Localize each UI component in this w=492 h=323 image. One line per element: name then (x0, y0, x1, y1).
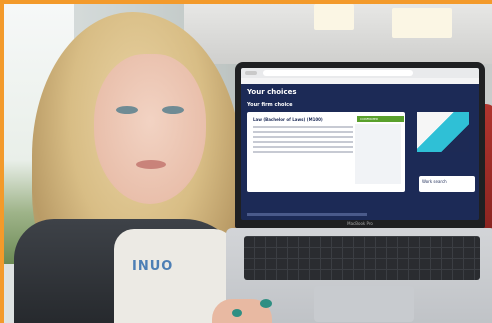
status-badge: CONFIRMED (357, 116, 404, 122)
laptop-brand: MacBook Pro (347, 221, 373, 226)
work-search-widget: Work search (419, 176, 475, 192)
footer-note (247, 213, 367, 216)
web-page: Your choices Your firm choice Law (Bache… (241, 84, 479, 220)
ceiling-light (314, 4, 354, 30)
tshirt-print: INUO (132, 259, 174, 274)
hand (212, 299, 272, 323)
keyboard (244, 236, 480, 280)
browser-bar (241, 68, 479, 78)
page-title: Your choices (247, 88, 297, 96)
address-bar (263, 70, 413, 76)
photo: INUO Your choices Your firm choice Law (… (4, 4, 492, 323)
course-details (253, 126, 353, 156)
course-card: Law (Bachelor of Laws) (M100) CONFIRMED (247, 112, 405, 192)
window-controls (245, 71, 257, 75)
right-eye (162, 106, 184, 114)
promo-image (417, 112, 469, 152)
laptop-lid: Your choices Your firm choice Law (Bache… (235, 62, 485, 228)
left-eye (116, 106, 138, 114)
face (94, 54, 206, 204)
laptop-screen: Your choices Your firm choice Law (Bache… (241, 68, 479, 220)
fingernail (232, 309, 242, 317)
trackpad (314, 286, 414, 322)
lips (136, 160, 166, 169)
card-side-panel (355, 124, 401, 184)
course-name: Law (Bachelor of Laws) (M100) (253, 117, 323, 122)
fingernail (260, 299, 272, 308)
section-title: Your firm choice (247, 102, 293, 108)
ceiling-light (392, 8, 452, 38)
